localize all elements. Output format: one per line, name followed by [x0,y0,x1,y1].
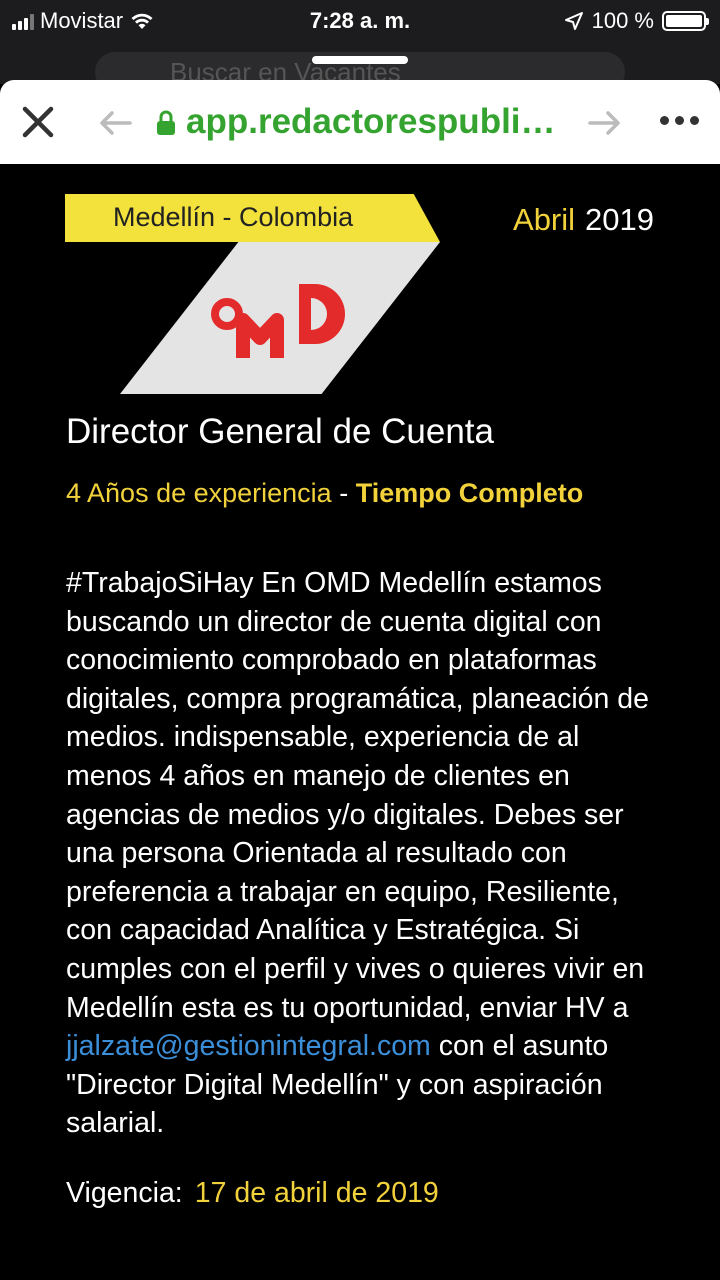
more-options-icon[interactable] [660,116,704,128]
location-banner: Medellín - Colombia [65,194,440,242]
lock-icon [157,110,175,135]
job-meta: 4 Años de experiencia - Tiempo Completo [66,478,583,509]
validity: Vigencia: 17 de abril de 2019 [66,1177,439,1210]
job-description: #TrabajoSiHay En OMD Medellín estamos bu… [66,564,666,1143]
close-icon[interactable] [20,104,56,140]
battery-percent: 100 % [591,8,654,33]
status-bar: Movistar 7:28 a. m. 100 % [0,0,720,44]
description-text: #TrabajoSiHay En OMD Medellín estamos bu… [66,567,649,1024]
posting-month: Abril [513,202,576,237]
sheet-grabber[interactable] [312,56,408,64]
back-arrow-icon[interactable] [98,110,132,136]
url-text[interactable]: app.redactorespublicitarios.com [186,98,566,146]
status-right: 100 % [564,8,709,34]
validity-label: Vigencia: [66,1177,183,1209]
posting-year: 2019 [585,202,654,237]
background-page: Buscar en Vacantes [0,44,720,92]
meta-separator: - [331,478,356,508]
forward-arrow-icon[interactable] [588,110,622,136]
job-posting: Medellín - Colombia Abril 2019 Director G… [0,164,720,1280]
experience-text: 4 Años de experiencia [66,478,332,508]
job-type: Tiempo Completo [355,478,584,508]
location-arrow-icon [564,12,583,30]
battery-icon [662,11,709,31]
posting-date: Abril 2019 [513,202,654,238]
job-title: Director General de Cuenta [66,412,494,451]
location-text: Medellín - Colombia [113,202,354,232]
email-link[interactable]: jjalzate@gestionintegral.com [66,1030,431,1062]
omd-logo [211,284,345,358]
browser-toolbar: app.redactorespublicitarios.com [0,80,720,165]
validity-date: 17 de abril de 2019 [194,1177,439,1209]
